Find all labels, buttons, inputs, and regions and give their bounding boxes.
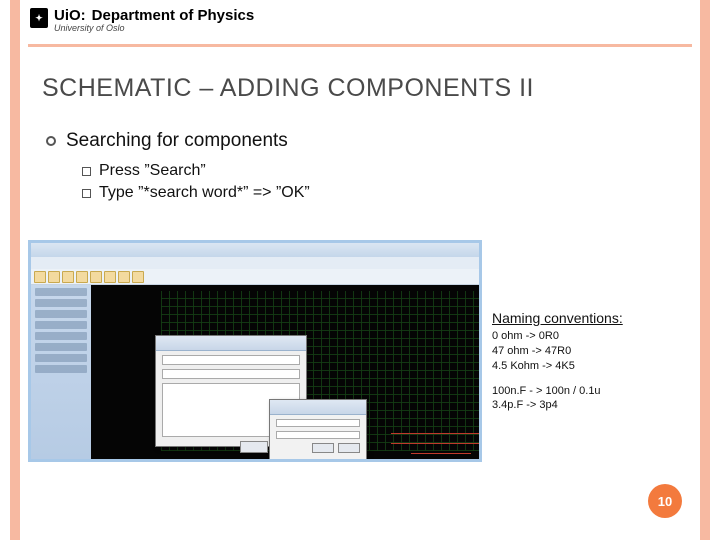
dialog-titlebar <box>270 400 366 415</box>
bullet-main-text: Searching for components <box>66 130 288 152</box>
department-name: Department of Physics <box>92 8 255 24</box>
slide-title: SCHEMATIC – ADDING COMPONENTS II <box>42 74 534 103</box>
note-line: 3.4p.F -> 3p4 <box>492 398 623 413</box>
sidebar-item <box>35 365 87 373</box>
notes-group-capacitors: 100n.F - > 100n / 0.1u 3.4p.F -> 3p4 <box>492 384 623 414</box>
dialog-buttons <box>276 443 360 453</box>
slide-border-right <box>700 0 710 540</box>
sidebar-item <box>35 343 87 351</box>
dialog-button <box>312 443 334 453</box>
sub-bullet-2: Type ”*search word*” => ”OK” <box>82 184 680 202</box>
bullet-square-icon <box>82 167 91 176</box>
toolbar-button <box>132 271 144 283</box>
app-screenshot <box>28 240 482 462</box>
sidebar-item <box>35 288 87 296</box>
schematic-wire <box>391 433 481 434</box>
dialog-button <box>240 441 268 453</box>
notes-heading: Naming conventions: <box>492 310 623 326</box>
page-number: 10 <box>658 494 672 509</box>
header-text-block: UiO: Department of Physics University of… <box>54 8 254 33</box>
bullet-circle-icon <box>46 136 56 146</box>
dialog-input <box>276 419 360 427</box>
sub-bullet-2-text: Type ”*search word*” => ”OK” <box>99 184 310 202</box>
sidebar-item <box>35 299 87 307</box>
slide-body: Searching for components Press ”Search” … <box>46 130 680 206</box>
university-name: University of Oslo <box>54 24 254 33</box>
title-text: SCHEMATIC – ADDING COMPONENTS II <box>42 74 534 102</box>
note-line: 100n.F - > 100n / 0.1u <box>492 384 623 399</box>
sidebar-item <box>35 321 87 329</box>
app-sidebar <box>31 285 92 459</box>
uio-seal-icon: ✦ <box>30 8 48 28</box>
bullet-square-icon <box>82 189 91 198</box>
dialog-input <box>162 355 300 365</box>
dialog-input <box>162 369 300 379</box>
dialog-button <box>338 443 360 453</box>
schematic-canvas <box>91 285 479 459</box>
app-titlebar <box>31 243 479 258</box>
sidebar-item <box>35 310 87 318</box>
sidebar-item <box>35 354 87 362</box>
brand-name: UiO: <box>54 8 86 24</box>
note-line: 4.5 Kohm -> 4K5 <box>492 359 623 374</box>
bullet-main-row: Searching for components <box>46 130 680 152</box>
dialog-titlebar <box>156 336 306 351</box>
slide-header: ✦ UiO: Department of Physics University … <box>30 8 254 33</box>
toolbar-button <box>34 271 46 283</box>
toolbar-button <box>76 271 88 283</box>
slide-border-left <box>10 0 20 540</box>
note-line: 0 ohm -> 0R0 <box>492 329 623 344</box>
brand-label: UiO <box>54 7 81 24</box>
schematic-wire <box>391 443 481 444</box>
header-rule <box>28 44 692 47</box>
toolbar-button <box>118 271 130 283</box>
page-number-badge: 10 <box>648 484 682 518</box>
sub-bullets: Press ”Search” Type ”*search word*” => ”… <box>82 162 680 202</box>
brand-separator: : <box>81 7 86 24</box>
toolbar-button <box>48 271 60 283</box>
dialog-input <box>276 431 360 439</box>
app-toolbar <box>31 269 479 285</box>
note-line: 47 ohm -> 47R0 <box>492 344 623 359</box>
toolbar-button <box>62 271 74 283</box>
toolbar-button <box>90 271 102 283</box>
sidebar-item <box>35 332 87 340</box>
secondary-dialog <box>269 399 367 462</box>
schematic-wire <box>411 453 471 454</box>
naming-conventions-notes: Naming conventions: 0 ohm -> 0R0 47 ohm … <box>492 310 623 423</box>
toolbar-button <box>104 271 116 283</box>
notes-group-resistors: 0 ohm -> 0R0 47 ohm -> 47R0 4.5 Kohm -> … <box>492 329 623 374</box>
sub-bullet-1: Press ”Search” <box>82 162 680 180</box>
sub-bullet-1-text: Press ”Search” <box>99 162 206 180</box>
header-brand-line: UiO: Department of Physics <box>54 8 254 24</box>
